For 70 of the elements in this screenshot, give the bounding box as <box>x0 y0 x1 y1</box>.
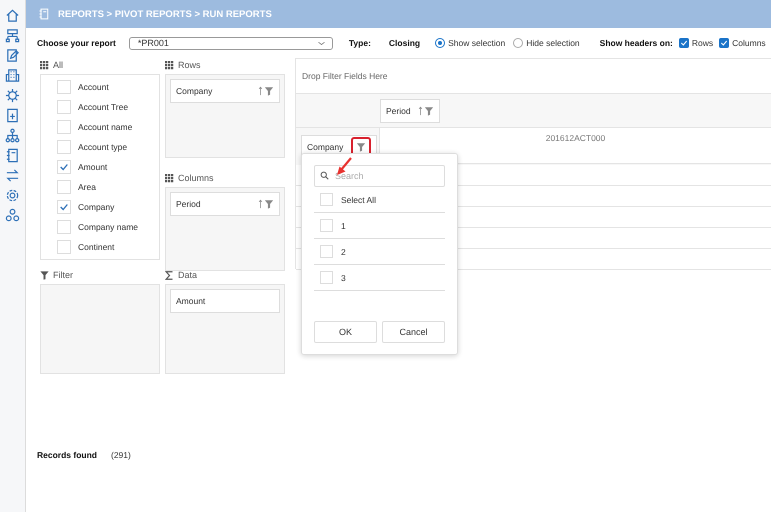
notebook-icon[interactable] <box>5 148 20 163</box>
checkbox[interactable] <box>719 38 730 48</box>
field-name: Account Tree <box>78 102 128 112</box>
panel-title: Data <box>178 270 198 280</box>
field-name: Area <box>78 182 96 192</box>
radio-button[interactable] <box>513 38 524 48</box>
hierarchy-icon[interactable] <box>5 28 20 43</box>
filter-icon <box>40 270 49 280</box>
settings-icon[interactable] <box>5 188 20 203</box>
check-icon <box>59 202 69 212</box>
building-icon[interactable] <box>5 68 20 83</box>
field-name: Amount <box>78 162 108 172</box>
search-field[interactable]: Search <box>314 165 445 187</box>
grid-icon <box>165 60 174 70</box>
field-name: Company <box>78 202 114 212</box>
filter-icon[interactable] <box>264 199 274 209</box>
field-chip[interactable]: Period <box>380 98 440 122</box>
sort-icon <box>258 199 263 209</box>
panel-title: Rows <box>178 60 201 70</box>
field-label: Choose your report <box>37 38 116 48</box>
field-name: Account <box>78 82 109 92</box>
cancel-button[interactable]: Cancel <box>382 321 445 343</box>
search-icon <box>320 171 329 180</box>
field-name: Account type <box>78 142 128 152</box>
records-count: (291) <box>110 450 131 460</box>
panel-title: Filter <box>53 270 73 280</box>
field-chip[interactable]: Period <box>170 192 280 216</box>
field-name: Company name <box>78 222 138 232</box>
panel-title: All <box>53 60 64 70</box>
check-icon <box>59 162 69 172</box>
checkbox[interactable] <box>678 38 689 48</box>
swap-icon[interactable] <box>5 168 20 183</box>
radio-button[interactable] <box>435 38 446 48</box>
field-chip[interactable]: Amount <box>170 289 280 313</box>
chevron-down-icon <box>316 40 326 46</box>
radio-label: Show selection <box>448 38 506 48</box>
sum-icon <box>165 270 174 280</box>
sort-icon <box>258 86 263 96</box>
sort-icon <box>418 106 423 116</box>
checkbox-label: Columns <box>732 38 766 48</box>
breadcrumb: REPORTS > PIVOT REPORTS > RUN REPORTS <box>58 8 272 20</box>
report-dropdown[interactable]: *PR001 <box>128 36 333 50</box>
tree-icon[interactable] <box>5 128 20 143</box>
field-chip[interactable]: Company <box>170 79 280 103</box>
filter-icon[interactable] <box>264 86 274 96</box>
home-icon[interactable] <box>5 8 20 23</box>
option-label: Select All <box>341 194 376 204</box>
people-icon[interactable] <box>5 208 20 223</box>
radio-label: Hide selection <box>526 38 580 48</box>
field-name: Continent <box>78 242 114 252</box>
field-label: Type: <box>348 38 371 48</box>
field-label: Show headers on: <box>600 38 673 48</box>
grid-icon <box>165 174 174 182</box>
checkbox-label: Rows <box>692 38 714 48</box>
records-label: Records found <box>37 450 97 460</box>
ok-button[interactable]: OK <box>314 321 377 343</box>
option-label: 3 <box>341 272 346 282</box>
check-icon <box>720 39 728 47</box>
option-label: 2 <box>341 246 346 256</box>
pencil-icon[interactable] <box>5 48 20 63</box>
document-icon[interactable] <box>5 108 20 123</box>
notebook-icon <box>38 8 50 20</box>
type-value: Closing <box>388 38 420 48</box>
column-value: 201612ACT000 <box>379 127 771 164</box>
option-label: 1 <box>341 220 346 230</box>
check-icon <box>680 39 688 47</box>
field-name: Account name <box>78 122 132 132</box>
panel-title: Columns <box>178 173 214 183</box>
grid-icon <box>40 60 49 70</box>
filter-icon[interactable] <box>424 106 434 116</box>
